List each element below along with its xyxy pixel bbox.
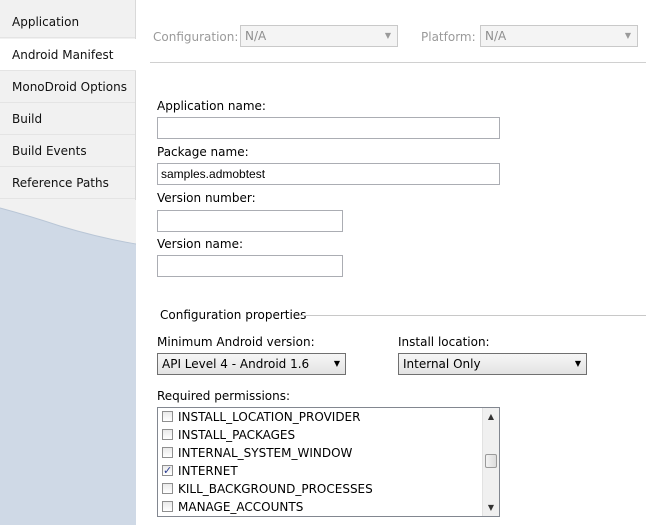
sidebar-tab-label: Reference Paths — [12, 176, 109, 190]
package-name-label: Package name: — [157, 145, 249, 159]
sidebar-tab-label: MonoDroid Options — [12, 80, 127, 94]
permissions-list[interactable]: INSTALL_LOCATION_PROVIDER INSTALL_PACKAG… — [157, 407, 500, 517]
sidebar-curve — [0, 200, 136, 245]
permission-label: INSTALL_LOCATION_PROVIDER — [178, 410, 361, 424]
sidebar-tab-monodroid-options[interactable]: MonoDroid Options — [0, 71, 135, 103]
platform-select[interactable]: N/A ▼ — [480, 25, 638, 47]
scrollbar-thumb[interactable] — [485, 454, 497, 468]
sidebar-tab-label: Application — [12, 15, 80, 29]
required-permissions-label: Required permissions: — [157, 389, 291, 403]
configuration-bar: Configuration: N/A ▼ Platform: N/A ▼ — [136, 0, 646, 63]
permission-checkbox[interactable] — [162, 411, 173, 422]
permission-checkbox[interactable] — [162, 447, 173, 458]
configuration-select-value: N/A — [245, 29, 267, 43]
configuration-select[interactable]: N/A ▼ — [240, 25, 398, 47]
chevron-down-icon: ▼ — [384, 31, 391, 40]
sidebar-tab-android-manifest[interactable]: Android Manifest — [0, 39, 136, 71]
permission-label: INTERNET — [178, 464, 238, 478]
install-location-value: Internal Only — [403, 357, 481, 371]
permission-checkbox[interactable] — [162, 501, 173, 512]
version-number-label: Version number: — [157, 191, 256, 205]
platform-select-value: N/A — [485, 29, 507, 43]
permission-label: INSTALL_PACKAGES — [178, 428, 296, 442]
permission-label: KILL_BACKGROUND_PROCESSES — [178, 482, 373, 496]
sidebar-tab-label: Build Events — [12, 144, 87, 158]
permission-label: MANAGE_ACCOUNTS — [178, 500, 304, 514]
sidebar-tab-build[interactable]: Build — [0, 103, 135, 135]
configuration-label: Configuration: — [153, 30, 239, 44]
min-android-version-value: API Level 4 - Android 1.6 — [162, 357, 310, 371]
permissions-scrollbar[interactable]: ▲ ▼ — [482, 408, 499, 516]
version-number-input[interactable] — [157, 210, 343, 232]
platform-label: Platform: — [421, 30, 476, 44]
divider — [150, 62, 646, 63]
permission-checkbox[interactable]: ✓ — [162, 464, 173, 477]
sidebar-tab-reference-paths[interactable]: Reference Paths — [0, 167, 135, 199]
min-android-version-select[interactable]: API Level 4 - Android 1.6 ▼ — [157, 353, 346, 375]
version-name-input[interactable] — [157, 255, 343, 277]
chevron-down-icon: ▼ — [624, 31, 631, 40]
application-name-label: Application name: — [157, 99, 266, 113]
sidebar-tab-label: Build — [12, 112, 43, 126]
version-name-label: Version name: — [157, 237, 244, 251]
sidebar-tab-label: Android Manifest — [12, 48, 114, 62]
package-name-input[interactable] — [157, 163, 500, 185]
scroll-down-arrow-icon[interactable]: ▼ — [483, 499, 499, 516]
group-divider — [299, 315, 646, 316]
sidebar: Application Android Manifest MonoDroid O… — [0, 0, 136, 525]
permission-label: INTERNAL_SYSTEM_WINDOW — [178, 446, 353, 460]
min-android-version-label: Minimum Android version: — [157, 335, 315, 349]
check-icon: ✓ — [163, 464, 173, 477]
install-location-select[interactable]: Internal Only ▼ — [398, 353, 587, 375]
sidebar-tab-build-events[interactable]: Build Events — [0, 135, 135, 167]
scroll-up-arrow-icon[interactable]: ▲ — [483, 408, 499, 425]
chevron-down-icon: ▼ — [574, 359, 581, 368]
application-name-input[interactable] — [157, 117, 500, 139]
configuration-properties-heading: Configuration properties — [160, 308, 307, 322]
sidebar-tab-application[interactable]: Application — [0, 6, 135, 38]
permission-checkbox[interactable] — [162, 429, 173, 440]
chevron-down-icon: ▼ — [333, 359, 340, 368]
permission-checkbox[interactable] — [162, 483, 173, 494]
install-location-label: Install location: — [398, 335, 490, 349]
